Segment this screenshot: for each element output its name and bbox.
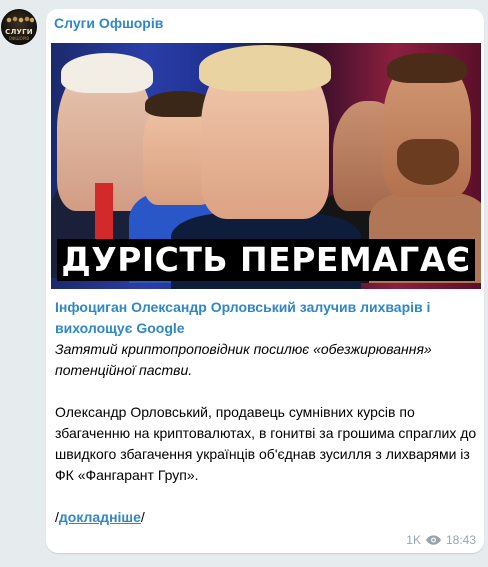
read-more-line: /докладніше/ — [55, 507, 479, 528]
thumbnail-figure — [387, 53, 467, 83]
article-subtitle: Затятий криптопроповідник посилює «обезж… — [55, 341, 432, 378]
view-count: 1K — [406, 533, 421, 547]
message-time: 18:43 — [445, 533, 476, 547]
post-thumbnail[interactable]: ДУРІСТЬ ПЕРЕМАГАЄ — [51, 43, 481, 289]
thumbnail-figure — [397, 139, 459, 185]
avatar-logo-subtext: ОФШОРІВ — [8, 36, 30, 41]
avatar-logo-text: СЛУГИ — [5, 28, 33, 36]
article-title-link[interactable]: Інфоциган Олександр Орловський залучив л… — [55, 297, 479, 339]
thumbnail-figure — [61, 53, 153, 93]
post-text: Інфоциган Олександр Орловський залучив л… — [55, 297, 479, 528]
thumbnail-banner: ДУРІСТЬ ПЕРЕМАГАЄ — [57, 239, 475, 281]
thumbnail-caption: ДУРІСТЬ ПЕРЕМАГАЄ — [61, 240, 471, 279]
message-bubble: Слуги Офшорів ДУРІСТЬ ПЕРЕМАГАЄ Інфоцига… — [46, 9, 484, 553]
article-body: Олександр Орловський, продавець сумнівни… — [55, 404, 477, 483]
read-more-link[interactable]: докладніше — [59, 509, 141, 525]
read-more-suffix: / — [140, 509, 145, 525]
channel-avatar[interactable]: СЛУГИ ОФШОРІВ — [1, 9, 37, 45]
eye-icon — [425, 535, 441, 545]
thumbnail-figure — [199, 45, 331, 91]
message-meta: 1K 18:43 — [406, 533, 476, 547]
channel-name[interactable]: Слуги Офшорів — [54, 15, 163, 31]
